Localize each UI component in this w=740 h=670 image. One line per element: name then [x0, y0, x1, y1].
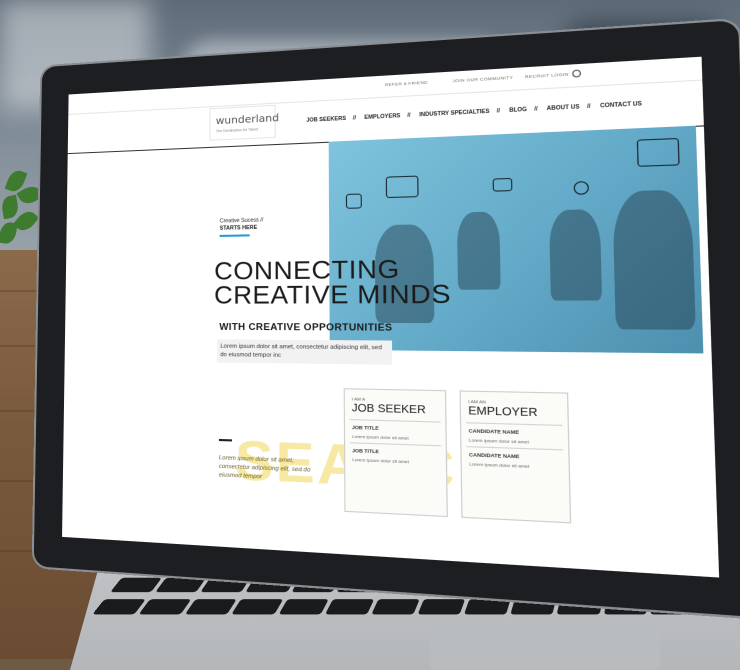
section-dash — [218, 438, 232, 441]
search-intro-text: Lorem ipsum dolor sit amet, consectetur … — [218, 454, 311, 481]
trackpad — [430, 630, 660, 670]
recruit-login-link[interactable]: RECRUIT LOGIN — [525, 71, 569, 79]
row-label: JOB TITLE — [351, 424, 379, 431]
accent-underline — [219, 234, 250, 237]
nav-about-us[interactable]: ABOUT US — [547, 104, 580, 112]
panel-title: JOB SEEKER — [351, 402, 426, 417]
panel-kicker: I AM A — [351, 396, 366, 402]
row-label: CANDIDATE NAME — [468, 427, 520, 436]
nav-contact-us[interactable]: CONTACT US — [600, 101, 642, 110]
speech-bubble-doodle-icon — [636, 137, 680, 167]
job-seeker-panel[interactable]: I AM A JOB SEEKER JOB TITLE Lorem ipsum … — [343, 388, 448, 518]
search-icon[interactable] — [572, 69, 582, 78]
hero-headline-line-2: CREATIVE MINDS — [214, 279, 452, 310]
panel-kicker: I AM AN — [468, 398, 486, 405]
nav-separator: // — [496, 107, 501, 115]
nav-blog[interactable]: BLOG — [509, 107, 527, 114]
refer-friend-link[interactable]: REFER A FRIEND — [385, 79, 428, 87]
hero-tag-line-1: Creative Sucess // — [219, 217, 264, 225]
nav-separator: // — [587, 103, 591, 111]
hero-headline: CONNECTING CREATIVE MINDS — [214, 255, 452, 310]
panel-title: EMPLOYER — [468, 405, 538, 420]
hero-photo — [328, 125, 704, 354]
nav-industry-specialties[interactable]: INDUSTRY SPECIALTIES — [419, 108, 489, 118]
laptop-screen: REFER A FRIEND JOIN OUR COMMUNITY RECRUI… — [62, 56, 720, 578]
nav-job-seekers[interactable]: JOB SEEKERS — [306, 116, 346, 124]
laptop-lid: REFER A FRIEND JOIN OUR COMMUNITY RECRUI… — [33, 20, 740, 618]
row-text: Lorem ipsum dolor sit amet — [352, 456, 409, 465]
nav-separator: // — [534, 106, 538, 113]
nav-employers[interactable]: EMPLOYERS — [364, 113, 400, 121]
employer-panel[interactable]: I AM AN EMPLOYER CANDIDATE NAME Lorem ip… — [459, 390, 572, 524]
card-doodle-icon — [492, 177, 513, 192]
nav-separator: // — [352, 115, 356, 122]
hero-subheadline: WITH CREATIVE OPPORTUNITIES — [219, 321, 393, 333]
hero-body-text: Lorem ipsum dolor sit amet, consectetur … — [217, 339, 393, 365]
row-label: JOB TITLE — [352, 447, 379, 455]
row-label: CANDIDATE NAME — [468, 451, 520, 460]
main-nav: JOB SEEKERS // EMPLOYERS // INDUSTRY SPECI… — [306, 100, 650, 124]
hero-tag-line-2: STARTS HERE — [219, 224, 258, 232]
row-text: Lorem ipsum dolor sit amet — [469, 460, 530, 469]
nav-separator: // — [407, 112, 411, 120]
row-text: Lorem ipsum dolor sit amet — [468, 437, 529, 445]
alert-doodle-icon — [573, 180, 590, 195]
join-community-link[interactable]: JOIN OUR COMMUNITY — [452, 74, 513, 83]
chart-doodle-icon — [345, 193, 362, 209]
row-text: Lorem ipsum dolor sit amet — [351, 433, 409, 441]
calendar-doodle-icon — [385, 175, 419, 199]
